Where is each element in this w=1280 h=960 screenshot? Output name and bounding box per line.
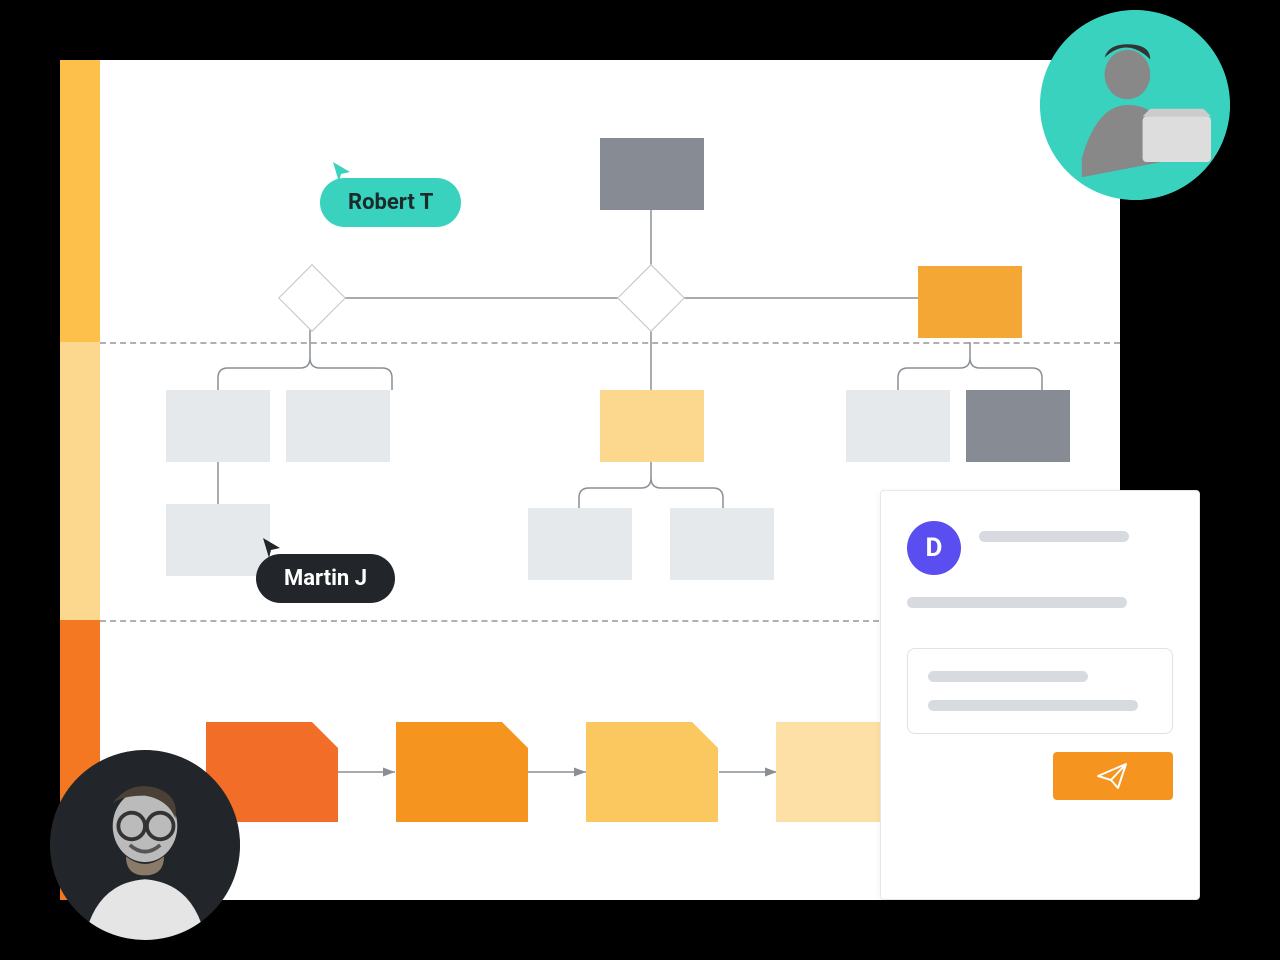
comment-text-line [907,597,1127,608]
send-button[interactable] [1053,752,1173,800]
flow-process-right-orange[interactable] [918,266,1022,338]
comment-panel[interactable]: D [880,490,1200,900]
paper-plane-icon [1096,761,1130,791]
swimlane-1 [60,60,100,342]
flow-process-top[interactable] [600,138,704,210]
collaborator-label: Robert T [348,190,433,215]
flow-document-2[interactable] [396,722,528,822]
lane-divider-1 [100,342,1120,344]
flow-decision-left[interactable] [278,264,346,332]
input-placeholder-line [928,700,1138,711]
comment-input[interactable] [907,648,1173,734]
flow-decision-center[interactable] [617,264,685,332]
flow-grandchild-c1[interactable] [528,508,632,580]
collaborator-photo-bottom [50,750,240,940]
avatar-initial: D [926,533,943,563]
flow-child-3a[interactable] [846,390,950,462]
collaborator-cursor-robert[interactable]: Robert T [320,178,461,227]
collaborator-label: Martin J [284,566,367,591]
swimlane-2 [60,342,100,620]
avatar: D [907,521,961,575]
input-placeholder-line [928,671,1088,682]
flow-grandchild-c2[interactable] [670,508,774,580]
collaborator-cursor-martin[interactable]: Martin J [256,554,395,603]
flow-child-center[interactable] [600,390,704,462]
flow-child-3b[interactable] [966,390,1070,462]
flow-document-3[interactable] [586,722,718,822]
comment-text-line [979,531,1129,542]
flow-child-1a[interactable] [166,390,270,462]
flow-child-1b[interactable] [286,390,390,462]
collaborator-photo-top [1040,10,1230,200]
flow-grandchild-left[interactable] [166,504,270,576]
